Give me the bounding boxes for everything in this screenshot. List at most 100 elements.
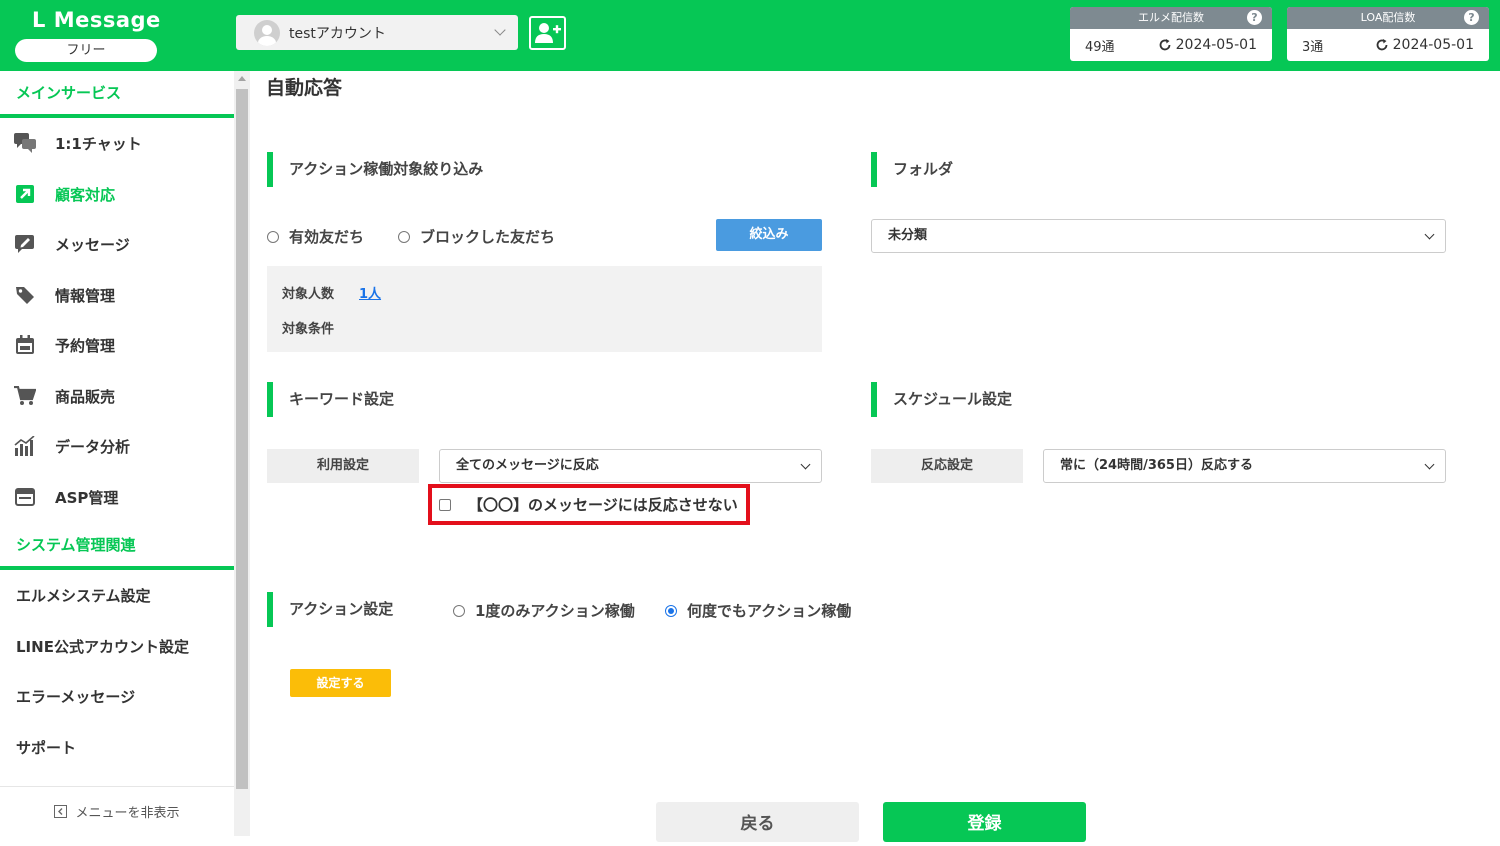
radio-dot [398, 230, 410, 243]
sidebar-scrollbar[interactable] [234, 71, 250, 836]
sidebar-item-reservation[interactable]: 予約管理 [0, 325, 234, 365]
sidebar-item-label: 情報管理 [55, 286, 116, 305]
register-button[interactable]: 登録 [883, 802, 1086, 842]
plan-badge: フリー [15, 39, 157, 62]
target-summary-box [267, 266, 822, 352]
loa-quota-label: LOA配信数 [1360, 11, 1416, 24]
radio-action-always[interactable]: 何度でもアクション稼働 [665, 600, 851, 621]
filter-button[interactable]: 絞込み [716, 219, 822, 251]
loa-quota-count: 3通 [1302, 39, 1324, 55]
sidebar-item-line-account-settings[interactable]: LINE公式アカウント設定 [16, 636, 189, 657]
bar-chart-icon [14, 436, 35, 456]
lmessage-quota-count: 49通 [1085, 39, 1115, 55]
page-title: 自動応答 [266, 77, 343, 99]
scroll-up-icon[interactable] [238, 76, 246, 81]
sidebar-item-asp[interactable]: ASP管理 [0, 477, 234, 517]
folder-section-heading: フォルダ [871, 152, 953, 187]
sidebar-item-label: 予約管理 [55, 336, 116, 355]
chevron-down-icon [1424, 459, 1435, 470]
sidebar-item-info[interactable]: 情報管理 [0, 275, 234, 315]
collapse-menu-icon [54, 805, 68, 818]
set-action-button[interactable]: 設定する [290, 669, 391, 697]
hide-menu-button[interactable]: メニューを非表示 [0, 786, 234, 836]
radio-label: 何度でもアクション稼働 [687, 602, 852, 620]
sidebar-item-label: 顧客対応 [55, 185, 116, 204]
refresh-icon [1159, 39, 1171, 51]
sidebar-item-message[interactable]: メッセージ [0, 224, 234, 264]
message-edit-icon [15, 235, 34, 253]
radio-dot-selected [665, 604, 677, 617]
response-select-value: 常に（24時間/365日）反応する [1060, 458, 1253, 473]
sidebar-item-label: メッセージ [55, 235, 130, 254]
keyword-section-heading: キーワード設定 [267, 382, 394, 417]
target-condition-label: 対象条件 [282, 322, 335, 337]
sidebar-item-analytics[interactable]: データ分析 [0, 426, 234, 466]
filter-section-heading: アクション稼働対象絞り込み [267, 152, 483, 187]
sidebar-item-error-message[interactable]: エラーメッセージ [16, 686, 135, 707]
chevron-down-icon [494, 24, 506, 36]
sidebar-item-label: データ分析 [55, 437, 131, 456]
folder-select-value: 未分類 [888, 228, 928, 243]
sidebar-section-main: メインサービス [16, 84, 122, 102]
lmessage-quota-card: エルメ配信数 ? 49通 2024-05-01 [1070, 7, 1272, 61]
response-setting-label: 反応設定 [871, 449, 1023, 483]
help-icon[interactable]: ? [1464, 10, 1479, 25]
sidebar-item-lmessage-settings[interactable]: エルメシステム設定 [16, 585, 151, 606]
scroll-thumb[interactable] [236, 89, 248, 789]
usage-setting-label: 利用設定 [267, 449, 419, 483]
response-setting-select[interactable]: 常に（24時間/365日）反応する [1043, 449, 1446, 483]
brand-logo[interactable]: L Message [32, 8, 161, 32]
sidebar-section-system: システム管理関連 [16, 536, 136, 554]
sidebar-item-chat[interactable]: 1:1チャット [0, 123, 234, 163]
help-icon[interactable]: ? [1247, 10, 1262, 25]
radio-action-once[interactable]: 1度のみアクション稼働 [453, 600, 635, 621]
radio-active-friends[interactable]: 有効友だち [267, 226, 364, 247]
loa-quota-date: 2024-05-01 [1392, 37, 1474, 53]
top-header: L Message フリー testアカウント エルメ配信数 ? 49通 202 [0, 0, 1500, 71]
arrow-up-right-icon [16, 185, 34, 203]
sidebar: メインサービス 1:1チャット 顧客対応 メッセージ 情報管理 予約管理 商品販… [0, 71, 234, 836]
add-user-button[interactable] [529, 16, 566, 50]
sidebar-item-sales[interactable]: 商品販売 [0, 376, 234, 416]
calendar-icon [16, 335, 34, 354]
lmessage-quota-label: エルメ配信数 [1138, 11, 1204, 24]
account-name: testアカウント [289, 25, 386, 42]
cart-icon [14, 386, 36, 405]
refresh-icon [1376, 39, 1388, 51]
sidebar-item-label: 1:1チャット [55, 134, 142, 153]
divider [0, 114, 234, 118]
radio-dot [453, 604, 465, 617]
sidebar-item-label: 商品販売 [55, 387, 116, 406]
loa-quota-card: LOA配信数 ? 3通 2024-05-01 [1287, 7, 1489, 61]
add-user-icon [535, 23, 561, 43]
exclude-keyword-checkbox[interactable]: 【〇〇】のメッセージには反応させない [439, 494, 738, 515]
chat-bubbles-icon [14, 133, 36, 153]
back-button[interactable]: 戻る [656, 802, 859, 842]
target-count-link[interactable]: 1人 [359, 283, 381, 302]
divider [0, 566, 234, 570]
radio-label: ブロックした友だち [420, 228, 556, 246]
folder-select[interactable]: 未分類 [871, 219, 1446, 253]
checkbox[interactable] [439, 498, 451, 511]
schedule-section-heading: スケジュール設定 [871, 382, 1012, 417]
hide-menu-label: メニューを非表示 [75, 806, 180, 821]
sidebar-item-support[interactable]: サポート [16, 737, 76, 758]
chevron-down-icon [800, 459, 811, 470]
usage-select-value: 全てのメッセージに反応 [456, 458, 599, 473]
radio-label: 1度のみアクション稼働 [475, 602, 635, 620]
account-selector[interactable]: testアカウント [236, 15, 518, 50]
target-count-label: 対象人数 [282, 287, 335, 302]
radio-dot [267, 230, 279, 243]
sidebar-item-customer[interactable]: 顧客対応 [0, 174, 234, 214]
lmessage-quota-date: 2024-05-01 [1175, 37, 1257, 53]
radio-blocked-friends[interactable]: ブロックした友だち [398, 226, 555, 247]
radio-label: 有効友だち [289, 228, 365, 246]
action-section-heading: アクション設定 [267, 592, 393, 627]
avatar [254, 19, 280, 46]
usage-setting-select[interactable]: 全てのメッセージに反応 [439, 449, 822, 483]
tag-icon [16, 287, 34, 304]
sidebar-item-label: ASP管理 [55, 488, 119, 507]
browser-window-icon [15, 488, 35, 506]
chevron-down-icon [1424, 229, 1435, 240]
checkbox-label: 【〇〇】のメッセージには反応させない [468, 496, 738, 514]
